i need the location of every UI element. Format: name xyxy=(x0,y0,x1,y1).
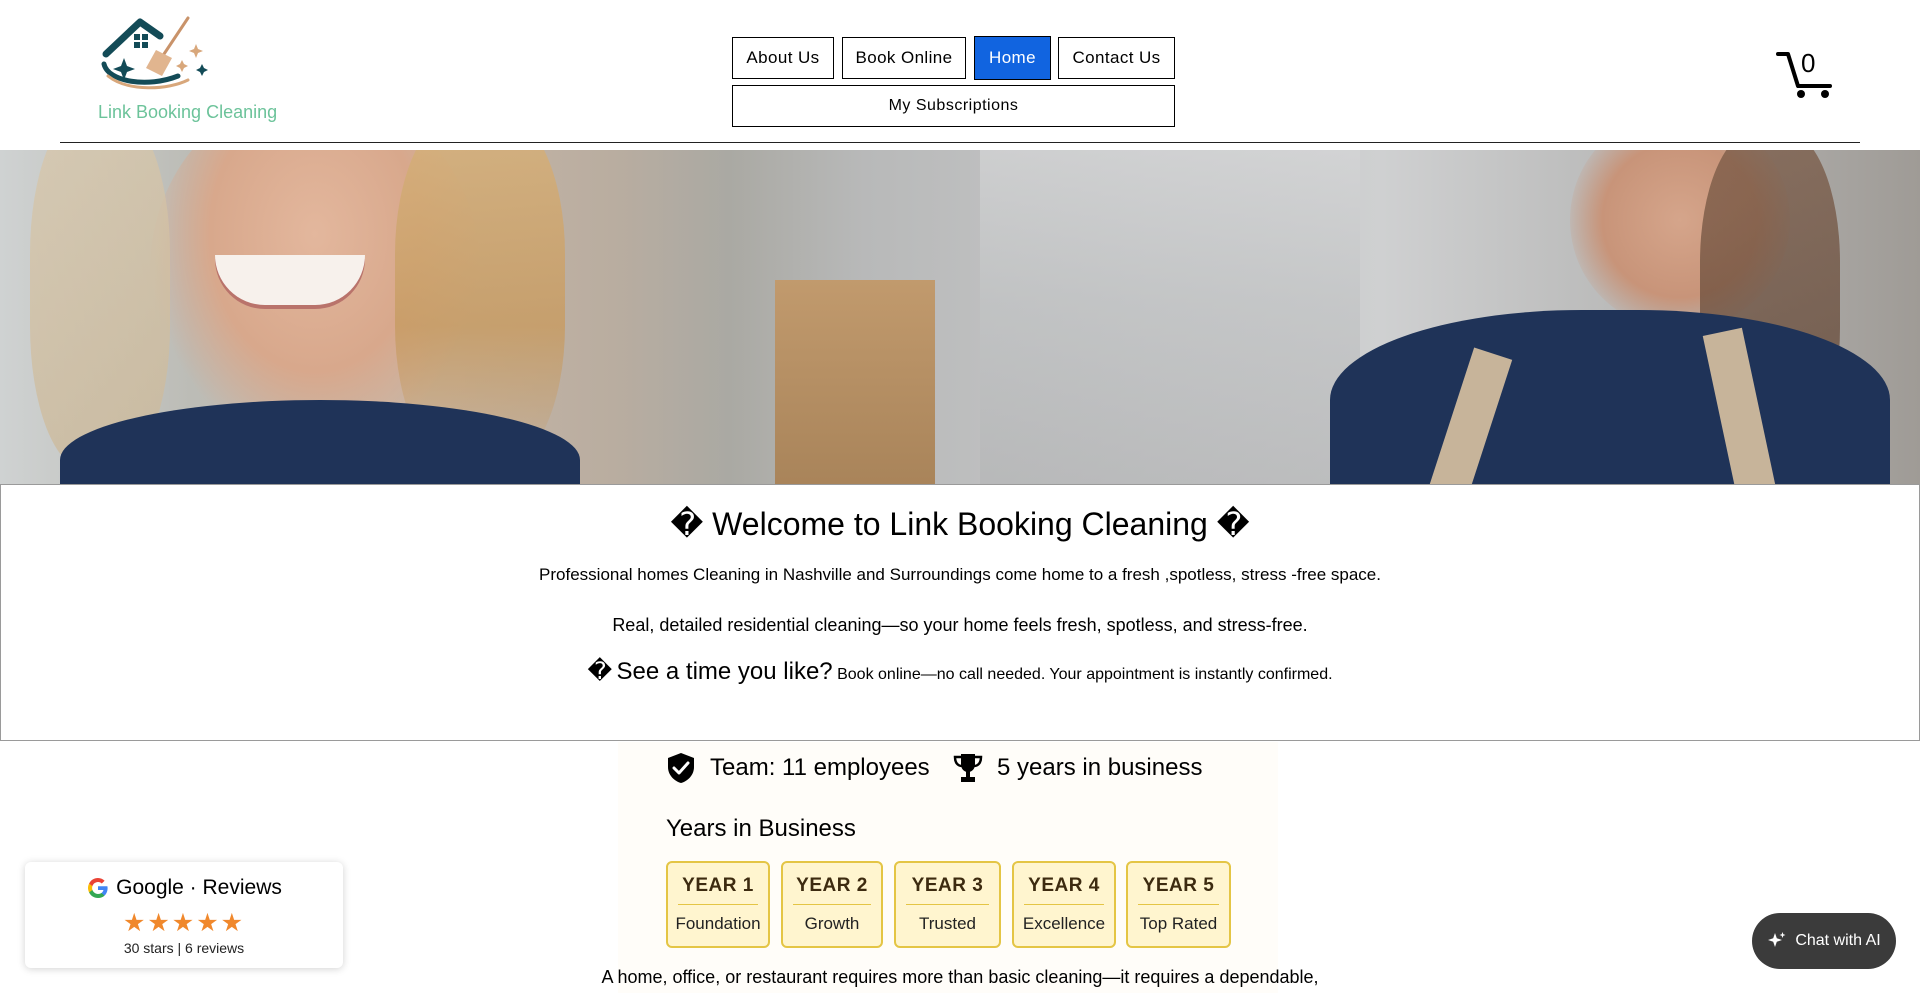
google-reviews-widget[interactable]: Google · Reviews ★★★★★ 30 stars | 6 revi… xyxy=(25,862,343,968)
team-stat-text: Team: 11 employees xyxy=(710,754,930,781)
years-stat: 5 years in business xyxy=(953,752,1202,784)
team-stat: Team: 11 employees xyxy=(666,752,930,784)
rating-stars: ★★★★★ xyxy=(122,908,246,937)
year-card-divider xyxy=(1024,904,1104,905)
google-g-icon xyxy=(88,878,108,898)
year-card-1: YEAR 1 Foundation xyxy=(666,861,770,948)
years-section-title: Years in Business xyxy=(666,815,856,842)
year-card-divider xyxy=(906,904,989,905)
year-card-divider xyxy=(793,904,871,905)
hero-image xyxy=(0,150,1920,484)
welcome-title-text: Welcome to Link Booking Cleaning xyxy=(712,506,1208,542)
missing-emoji-glyph-left: � xyxy=(670,505,704,543)
booking-cta: � See a time you like? Book online—no ca… xyxy=(1,657,1919,686)
year-card-year: YEAR 2 xyxy=(796,875,868,896)
intro-paragraph: A home, office, or restaurant requires m… xyxy=(601,967,1319,987)
nav-book-online[interactable]: Book Online xyxy=(842,37,966,79)
welcome-subtitle: Professional homes Cleaning in Nashville… xyxy=(539,565,1381,584)
year-card-divider xyxy=(678,904,758,905)
google-reviews-header: Google · Reviews xyxy=(25,876,343,900)
nav-my-subscriptions[interactable]: My Subscriptions xyxy=(732,85,1175,127)
site-logo[interactable] xyxy=(98,14,218,94)
nav-home[interactable]: Home xyxy=(975,37,1050,79)
missing-emoji-glyph-right: � xyxy=(1216,505,1250,543)
year-card-year: YEAR 5 xyxy=(1142,875,1215,896)
google-reviews-title: Google · Reviews xyxy=(116,876,282,899)
year-card-label: Trusted xyxy=(918,914,976,933)
years-stat-text: 5 years in business xyxy=(997,754,1203,781)
nav-contact-us[interactable]: Contact Us xyxy=(1058,37,1175,79)
year-card-label: Top Rated xyxy=(1139,914,1218,933)
chat-label: Chat with AI xyxy=(1795,932,1881,949)
year-card-2: YEAR 2 Growth xyxy=(781,861,883,948)
year-card-year: YEAR 4 xyxy=(1028,875,1100,896)
welcome-section: � Welcome to Link Booking Cleaning � Pro… xyxy=(0,484,1920,741)
year-card-label: Growth xyxy=(804,914,860,933)
year-card-4: YEAR 4 Excellence xyxy=(1012,861,1116,948)
reviews-summary: 30 stars | 6 reviews xyxy=(123,940,245,956)
year-card-5: YEAR 5 Top Rated xyxy=(1126,861,1231,948)
welcome-title: � Welcome to Link Booking Cleaning � xyxy=(1,505,1919,543)
year-card-label: Excellence xyxy=(1022,914,1106,933)
missing-emoji-glyph-cta: � xyxy=(587,657,613,685)
year-card-label: Foundation xyxy=(675,914,761,933)
header-divider xyxy=(60,142,1860,143)
nav-about-us[interactable]: About Us xyxy=(732,37,834,79)
year-card-3: YEAR 3 Trusted xyxy=(894,861,1001,948)
brand-name[interactable]: Link Booking Cleaning xyxy=(98,102,277,123)
trophy-icon xyxy=(953,754,983,782)
year-card-year: YEAR 3 xyxy=(911,875,984,896)
year-card-year: YEAR 1 xyxy=(682,875,754,896)
year-card-divider xyxy=(1138,904,1219,905)
sparkle-icon xyxy=(1768,932,1786,947)
cart-count[interactable]: 0 xyxy=(1801,48,1815,79)
shield-check-icon xyxy=(668,753,694,783)
welcome-tagline: Real, detailed residential cleaning—so y… xyxy=(612,615,1308,635)
chat-with-ai-button[interactable]: Chat with AI xyxy=(1752,913,1896,969)
cta-heading: See a time you like? xyxy=(616,658,833,685)
cta-description: Book online—no call needed. Your appoint… xyxy=(837,666,1333,683)
house-broom-logo-icon xyxy=(101,16,208,90)
